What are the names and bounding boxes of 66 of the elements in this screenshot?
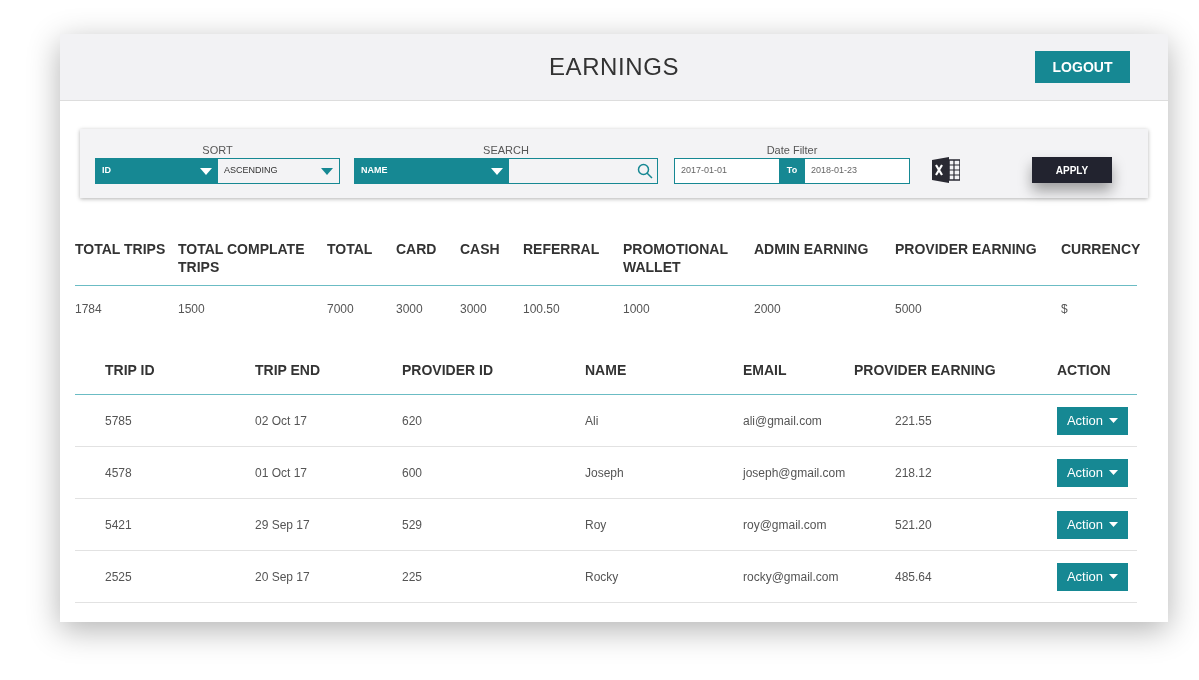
table-cell: 1500 — [178, 302, 205, 316]
table-cell: 2525 — [105, 569, 132, 584]
column-header: PROVIDER EARNING — [854, 361, 996, 378]
table-cell: roy@gmail.com — [743, 517, 827, 532]
page-title: EARNINGS — [548, 52, 680, 82]
table-cell: 225 — [402, 569, 423, 584]
table-cell: rocky@gmail.com — [743, 569, 839, 584]
table-cell: 02 Oct 17 — [255, 413, 308, 428]
table-cell: 01 Oct 17 — [255, 465, 308, 480]
table-cell: 620 — [402, 413, 423, 428]
column-header: EMAIL — [743, 361, 787, 378]
table-cell: 5785 — [105, 413, 132, 428]
column-header: CARD — [396, 241, 437, 257]
action-dropdown-button[interactable]: Action — [1057, 406, 1128, 435]
table-cell: 485.64 — [895, 569, 932, 584]
column-header: ADMIN EARNING — [754, 241, 869, 257]
table-cell: Rocky — [585, 569, 619, 584]
caret-icon — [1109, 418, 1119, 423]
table-cell: 2000 — [754, 302, 781, 316]
column-header: TRIP END — [255, 361, 321, 378]
date-filter-label: Date Filter — [766, 143, 818, 158]
table-cell: 5000 — [895, 302, 922, 316]
logout-button[interactable]: LOGOUT — [1035, 51, 1130, 83]
table-cell: 5421 — [105, 517, 132, 532]
table-cell: 521.20 — [895, 517, 932, 532]
action-dropdown-button[interactable]: Action — [1057, 458, 1128, 487]
action-dropdown-button[interactable]: Action — [1057, 510, 1128, 539]
column-header: PROMOTIONAL WALLET — [623, 241, 728, 275]
table-cell: 3000 — [396, 302, 423, 316]
action-dropdown-button[interactable]: Action — [1057, 562, 1128, 591]
column-header: CURRENCY — [1061, 241, 1141, 257]
search-label: SEARCH — [483, 143, 529, 158]
column-header: REFERRAL — [523, 241, 600, 257]
table-cell: 29 Sep 17 — [255, 517, 310, 532]
column-header: TOTAL COMPLATE TRIPS — [178, 241, 305, 275]
table-cell: 600 — [402, 465, 423, 480]
caret-icon — [1109, 574, 1119, 579]
table-cell: 4578 — [105, 465, 132, 480]
table-cell: 218.12 — [895, 465, 932, 480]
spreadsheet-icon[interactable] — [932, 157, 960, 183]
column-header: PROVIDER EARNING — [895, 241, 1037, 257]
table-cell: ali@gmail.com — [743, 413, 822, 428]
table-cell: 1784 — [75, 302, 102, 316]
column-header: TOTAL — [327, 241, 373, 257]
caret-icon — [1109, 522, 1119, 527]
table-cell: $ — [1061, 302, 1068, 316]
table-cell: 100.50 — [523, 302, 560, 316]
table-cell: 3000 — [460, 302, 487, 316]
column-header: TOTAL TRIPS — [75, 241, 166, 257]
column-header: ACTION — [1057, 361, 1111, 378]
table-cell: joseph@gmail.com — [743, 465, 846, 480]
column-header: NAME — [585, 361, 627, 378]
table-cell: Ali — [585, 413, 599, 428]
column-header: PROVIDER ID — [402, 361, 493, 378]
table-cell: 529 — [402, 517, 423, 532]
apply-button[interactable]: APPLY — [1032, 157, 1112, 183]
column-header: CASH — [460, 241, 500, 257]
table-cell: 7000 — [327, 302, 354, 316]
table-cell: 20 Sep 17 — [255, 569, 310, 584]
table-cell: Roy — [585, 517, 607, 532]
caret-icon — [1109, 470, 1119, 475]
table-cell: 1000 — [623, 302, 650, 316]
column-header: TRIP ID — [105, 361, 155, 378]
table-cell: Joseph — [585, 465, 624, 480]
table-cell: 221.55 — [895, 413, 932, 428]
sort-label: SORT — [202, 143, 233, 158]
